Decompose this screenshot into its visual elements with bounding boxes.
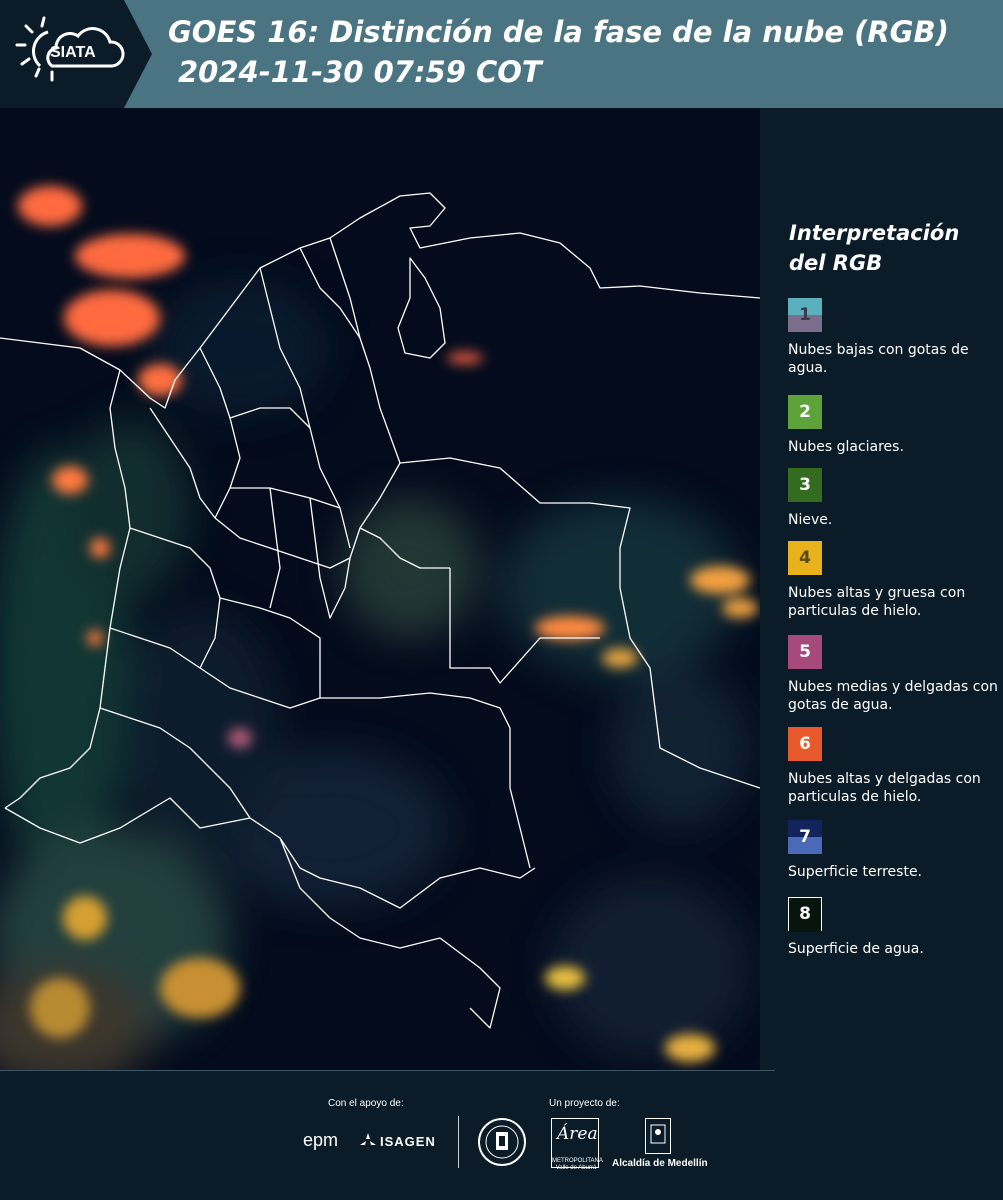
legend-swatch-2: 2 — [788, 395, 822, 429]
legend-label-3: Nieve. — [788, 512, 833, 528]
legend-item-7: 7 Superficie terreste. — [788, 820, 998, 881]
header-bar: SIATA GOES 16: Distinción de la fase de … — [0, 0, 1003, 108]
isagen-logo-icon — [360, 1133, 376, 1149]
satellite-map[interactable] — [0, 108, 760, 1070]
area-metropolitana-caption: METROPOLITANA Valle de Aburrá — [552, 1158, 603, 1171]
page-timestamp: 2024-11-30 07:59 COT — [178, 55, 542, 89]
siata-logo-text: SIATA — [50, 44, 96, 61]
alcaldia-logo: Alcaldía de Medellín — [612, 1158, 708, 1169]
legend-number-1: 1 — [799, 305, 811, 325]
legend-swatch-7: 7 — [788, 820, 822, 854]
legend-number-4: 4 — [799, 548, 811, 568]
legend-item-3: 3 Nieve. — [788, 468, 998, 529]
legend-label-8: Superficie de agua. — [788, 941, 924, 957]
satellite-map-image — [0, 108, 760, 1070]
legend-number-6: 6 — [799, 734, 811, 754]
legend-label-6: Nubes altas y delgadas con particulas de… — [788, 771, 981, 805]
legend-swatch-3: 3 — [788, 468, 822, 502]
legend-label-5: Nubes medias y delgadas con gotas de agu… — [788, 679, 998, 713]
support-label: Con el apoyo de: — [328, 1098, 404, 1109]
legend-item-1: 1 Nubes bajas con gotas de agua. — [788, 298, 998, 377]
footer-separator — [458, 1116, 459, 1168]
footer-divider-line — [0, 1070, 775, 1071]
legend-label-1: Nubes bajas con gotas de agua. — [788, 342, 969, 376]
legend-item-8: 8 Superficie de agua. — [788, 897, 998, 958]
legend-item-6: 6 Nubes altas y delgadas con particulas … — [788, 727, 998, 806]
legend-number-2: 2 — [799, 402, 811, 422]
epm-logo: epm — [303, 1130, 339, 1150]
legend-item-5: 5 Nubes medias y delgadas con gotas de a… — [788, 635, 998, 714]
project-label: Un proyecto de: — [549, 1098, 620, 1109]
legend-swatch-4: 4 — [788, 541, 822, 575]
siata-logo: SIATA — [0, 0, 152, 108]
legend-number-8: 8 — [799, 904, 811, 924]
legend-swatch-8: 8 — [788, 897, 822, 932]
legend-item-2: 2 Nubes glaciares. — [788, 395, 998, 456]
legend-swatch-6: 6 — [788, 727, 822, 761]
university-seal-icon — [478, 1118, 526, 1166]
legend-number-5: 5 — [799, 642, 811, 662]
alcaldia-shield-icon — [645, 1118, 671, 1154]
legend-panel: Interpretación del RGB 1 Nubes bajas con… — [760, 108, 1003, 1070]
legend-label-2: Nubes glaciares. — [788, 439, 904, 455]
legend-title: Interpretación del RGB — [789, 221, 960, 275]
legend-swatch-1: 1 — [788, 298, 822, 332]
legend-number-7: 7 — [799, 827, 811, 847]
legend-swatch-5: 5 — [788, 635, 822, 669]
legend-item-4: 4 Nubes altas y gruesa con particulas de… — [788, 541, 998, 620]
legend-number-3: 3 — [799, 475, 811, 495]
isagen-logo: ISAGEN — [380, 1134, 436, 1149]
legend-label-4: Nubes altas y gruesa con particulas de h… — [788, 585, 966, 619]
legend-label-7: Superficie terreste. — [788, 864, 923, 880]
page-title: GOES 16: Distinción de la fase de la nub… — [168, 15, 949, 49]
area-metropolitana-script: Área — [557, 1124, 598, 1144]
